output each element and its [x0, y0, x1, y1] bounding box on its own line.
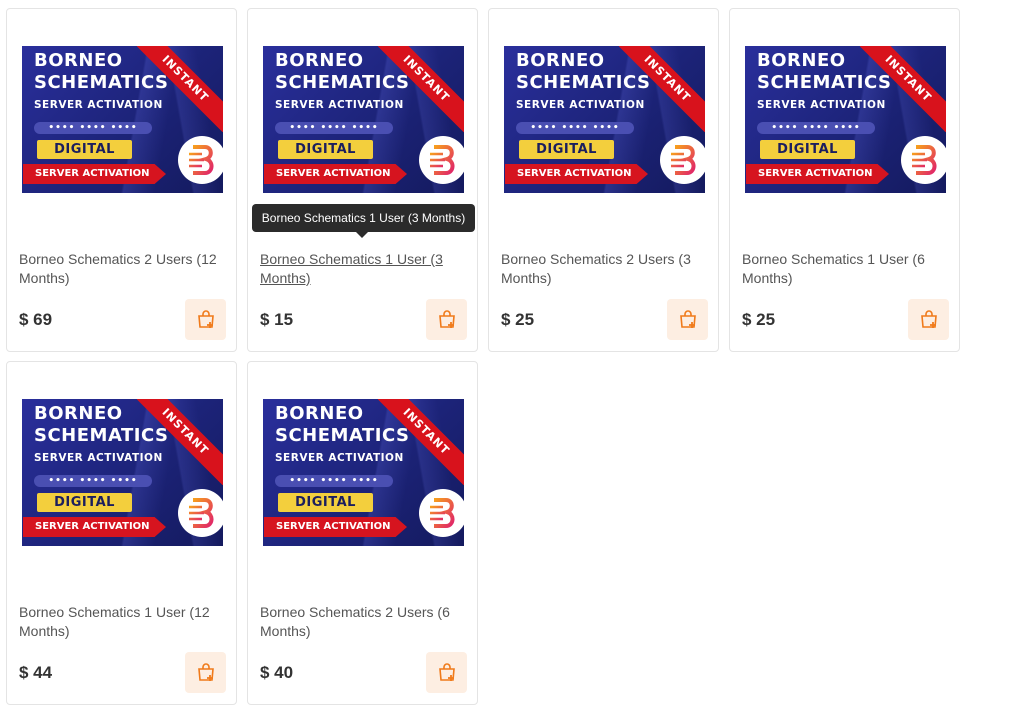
instant-corner-badge: INSTANT [619, 46, 705, 132]
product-price: $ 25 [742, 310, 776, 329]
banner-digital-label: DIGITAL [278, 140, 373, 159]
product-card[interactable]: BORNEO SCHEMATICS SERVER ACTIVATION •••• … [6, 361, 237, 705]
instant-corner-badge: INSTANT [378, 399, 464, 485]
shopping-bag-plus-icon [438, 309, 455, 328]
shopping-bag-plus-icon [197, 309, 214, 328]
banner-ribbon: SERVER ACTIVATION [746, 164, 889, 184]
add-to-cart-button[interactable] [426, 299, 467, 340]
banner-graphic: BORNEO SCHEMATICS SERVER ACTIVATION •••• … [745, 46, 949, 193]
banner-ribbon: SERVER ACTIVATION [264, 517, 407, 537]
product-price: $ 15 [260, 310, 294, 329]
product-card[interactable]: BORNEO SCHEMATICS SERVER ACTIVATION •••• … [729, 8, 960, 352]
shopping-bag-plus-icon [197, 662, 214, 681]
brand-logo-icon [419, 136, 467, 184]
product-name[interactable]: Borneo Schematics 1 User (12 Months) [19, 603, 229, 641]
product-price: $ 44 [19, 663, 53, 682]
brand-logo-icon [178, 489, 226, 537]
product-image[interactable]: BORNEO SCHEMATICS SERVER ACTIVATION •••• … [14, 37, 233, 201]
product-price: $ 40 [260, 663, 294, 682]
brand-logo-icon [419, 489, 467, 537]
instant-corner-badge: INSTANT [378, 46, 464, 132]
banner-digital-label: DIGITAL [760, 140, 855, 159]
banner-ribbon: SERVER ACTIVATION [23, 517, 166, 537]
product-name[interactable]: Borneo Schematics 2 Users (6 Months) [260, 603, 470, 641]
banner-code: •••• •••• •••• [757, 122, 875, 134]
banner-digital-label: DIGITAL [519, 140, 614, 159]
banner-graphic: BORNEO SCHEMATICS SERVER ACTIVATION •••• … [504, 46, 708, 193]
banner-digital-label: DIGITAL [278, 493, 373, 512]
product-image[interactable]: BORNEO SCHEMATICS SERVER ACTIVATION •••• … [496, 37, 715, 201]
product-card[interactable]: BORNEO SCHEMATICS SERVER ACTIVATION •••• … [247, 8, 478, 352]
product-card[interactable]: BORNEO SCHEMATICS SERVER ACTIVATION •••• … [6, 8, 237, 352]
banner-code: •••• •••• •••• [516, 122, 634, 134]
add-to-cart-button[interactable] [185, 299, 226, 340]
product-name[interactable]: Borneo Schematics 2 Users (3 Months) [501, 250, 711, 288]
banner-code: •••• •••• •••• [275, 122, 393, 134]
banner-graphic: BORNEO SCHEMATICS SERVER ACTIVATION •••• … [263, 399, 467, 546]
add-to-cart-button[interactable] [185, 652, 226, 693]
shopping-bag-plus-icon [679, 309, 696, 328]
banner-ribbon: SERVER ACTIVATION [505, 164, 648, 184]
banner-graphic: BORNEO SCHEMATICS SERVER ACTIVATION •••• … [22, 46, 226, 193]
banner-ribbon: SERVER ACTIVATION [264, 164, 407, 184]
instant-corner-badge: INSTANT [137, 46, 223, 132]
product-name[interactable]: Borneo Schematics 1 User (6 Months) [742, 250, 952, 288]
banner-ribbon: SERVER ACTIVATION [23, 164, 166, 184]
brand-logo-icon [178, 136, 226, 184]
shopping-bag-plus-icon [438, 662, 455, 681]
add-to-cart-button[interactable] [908, 299, 949, 340]
instant-corner-badge: INSTANT [860, 46, 946, 132]
product-card[interactable]: BORNEO SCHEMATICS SERVER ACTIVATION •••• … [488, 8, 719, 352]
brand-logo-icon [660, 136, 708, 184]
banner-code: •••• •••• •••• [34, 122, 152, 134]
banner-graphic: BORNEO SCHEMATICS SERVER ACTIVATION •••• … [263, 46, 467, 193]
instant-corner-badge: INSTANT [137, 399, 223, 485]
banner-code: •••• •••• •••• [34, 475, 152, 487]
product-image[interactable]: BORNEO SCHEMATICS SERVER ACTIVATION •••• … [255, 390, 474, 554]
product-card[interactable]: BORNEO SCHEMATICS SERVER ACTIVATION •••• … [247, 361, 478, 705]
add-to-cart-button[interactable] [667, 299, 708, 340]
banner-code: •••• •••• •••• [275, 475, 393, 487]
banner-digital-label: DIGITAL [37, 493, 132, 512]
product-name-tooltip: Borneo Schematics 1 User (3 Months) [252, 204, 475, 238]
product-name[interactable]: Borneo Schematics 1 User (3 Months) [260, 250, 470, 288]
product-name[interactable]: Borneo Schematics 2 Users (12 Months) [19, 250, 229, 288]
banner-graphic: BORNEO SCHEMATICS SERVER ACTIVATION •••• … [22, 399, 226, 546]
product-image[interactable]: BORNEO SCHEMATICS SERVER ACTIVATION •••• … [14, 390, 233, 554]
brand-logo-icon [901, 136, 949, 184]
shopping-bag-plus-icon [920, 309, 937, 328]
banner-digital-label: DIGITAL [37, 140, 132, 159]
product-price: $ 69 [19, 310, 53, 329]
product-price: $ 25 [501, 310, 535, 329]
add-to-cart-button[interactable] [426, 652, 467, 693]
product-image[interactable]: BORNEO SCHEMATICS SERVER ACTIVATION •••• … [737, 37, 956, 201]
product-image[interactable]: BORNEO SCHEMATICS SERVER ACTIVATION •••• … [255, 37, 474, 201]
